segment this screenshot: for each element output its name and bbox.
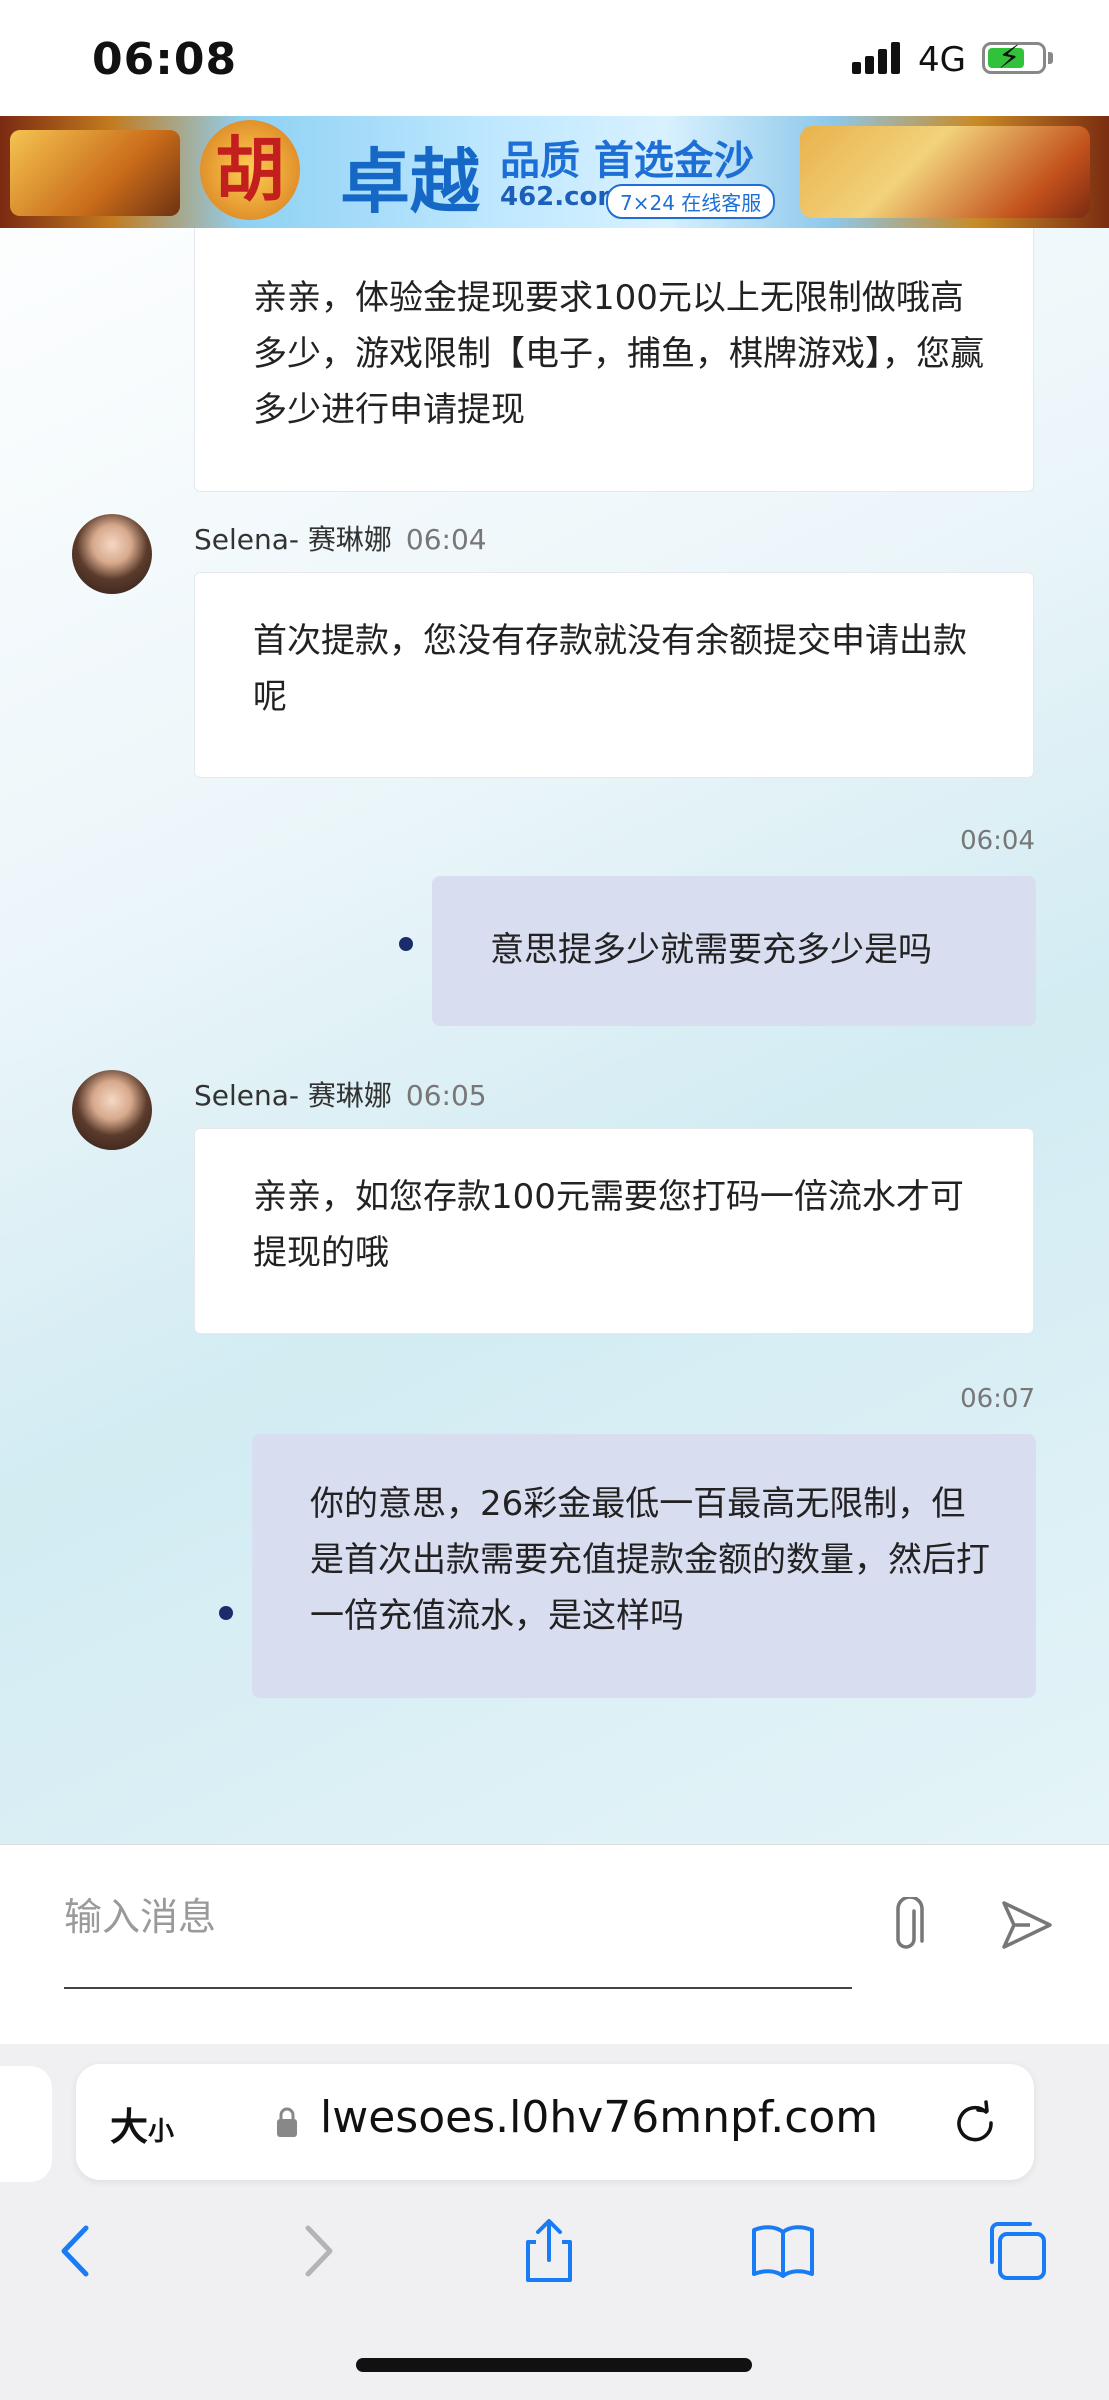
input-underline (64, 1987, 852, 1989)
cellular-signal-icon (852, 40, 902, 74)
sender-name: Selena- 赛琳娜 (194, 523, 392, 556)
tabs-icon[interactable] (982, 2216, 1052, 2286)
back-icon[interactable] (42, 2216, 112, 2286)
reload-icon[interactable] (950, 2098, 1000, 2148)
text-size-button[interactable]: 大小 (110, 2096, 174, 2151)
unread-dot (219, 1606, 233, 1620)
browser-toolbar: 大小 lwesoes.l0hv76mnpf.com (0, 2044, 1109, 2400)
message-text: 首次提款，您没有存款就没有余额提交申请出款呢 (253, 621, 967, 717)
message-input[interactable] (64, 1889, 850, 1945)
message-sender: Selena- 赛琳娜 06:04 (194, 518, 487, 558)
message-time: 06:05 (405, 1079, 487, 1112)
banner-brand: 卓越 (340, 140, 480, 223)
banner-logo: 胡 (200, 120, 300, 220)
bookmarks-icon[interactable] (748, 2216, 818, 2286)
url-text: lwesoes.l0hv76mnpf.com (320, 2092, 879, 2143)
message-bubble-incoming: 亲亲，如您存款100元需要您打码一倍流水才可提现的哦 (194, 1128, 1034, 1334)
attachment-icon[interactable] (884, 1897, 928, 1957)
home-indicator[interactable] (356, 2358, 752, 2372)
chat-area[interactable]: 亲亲，体验金提现要求100元以上无限制做哦高多少，游戏限制【电子，捕鱼，棋牌游戏… (0, 228, 1109, 1844)
casino-art (800, 126, 1090, 218)
charging-icon: ⚡ (998, 38, 1021, 76)
forward-icon[interactable] (282, 2216, 352, 2286)
mahjong-art (10, 130, 180, 216)
message-bubble-outgoing: 你的意思，26彩金最低一百最高无限制，但是首次出款需要充值提款金额的数量，然后打… (252, 1434, 1036, 1698)
message-time: 06:04 (960, 826, 1035, 856)
previous-tab-peek[interactable] (0, 2066, 52, 2182)
agent-avatar[interactable] (72, 514, 152, 594)
sender-name: Selena- 赛琳娜 (194, 1079, 392, 1112)
message-text: 你的意思，26彩金最低一百最高无限制，但是首次出款需要充值提款金额的数量，然后打… (310, 1484, 990, 1636)
send-icon[interactable] (1000, 1897, 1054, 1953)
message-text: 亲亲，体验金提现要求100元以上无限制做哦高多少，游戏限制【电子，捕鱼，棋牌游戏… (253, 278, 984, 430)
network-type: 4G (918, 40, 966, 80)
message-time: 06:04 (405, 523, 487, 556)
banner-slogan: 品质 首选金沙 (500, 138, 754, 184)
message-composer (0, 1844, 1109, 2045)
promo-banner[interactable]: 胡 卓越 品质 首选金沙 462.com 7×24 在线客服 (0, 116, 1109, 228)
message-time: 06:07 (960, 1384, 1035, 1414)
message-bubble-incoming: 首次提款，您没有存款就没有余额提交申请出款呢 (194, 572, 1034, 778)
message-sender: Selena- 赛琳娜 06:05 (194, 1074, 487, 1114)
address-bar[interactable]: 大小 lwesoes.l0hv76mnpf.com (76, 2064, 1034, 2180)
message-bubble-outgoing: 意思提多少就需要充多少是吗 (432, 876, 1036, 1026)
lock-icon (277, 2107, 297, 2137)
message-text: 意思提多少就需要充多少是吗 (490, 930, 932, 970)
status-time: 06:08 (92, 34, 238, 85)
message-text: 亲亲，如您存款100元需要您打码一倍流水才可提现的哦 (253, 1177, 964, 1273)
message-bubble-incoming: 亲亲，体验金提现要求100元以上无限制做哦高多少，游戏限制【电子，捕鱼，棋牌游戏… (194, 228, 1034, 492)
banner-service-badge: 7×24 在线客服 (606, 184, 776, 219)
share-icon[interactable] (514, 2216, 584, 2286)
unread-dot (399, 937, 413, 951)
agent-avatar[interactable] (72, 1070, 152, 1150)
status-bar: 06:08 4G ⚡ (0, 0, 1109, 116)
